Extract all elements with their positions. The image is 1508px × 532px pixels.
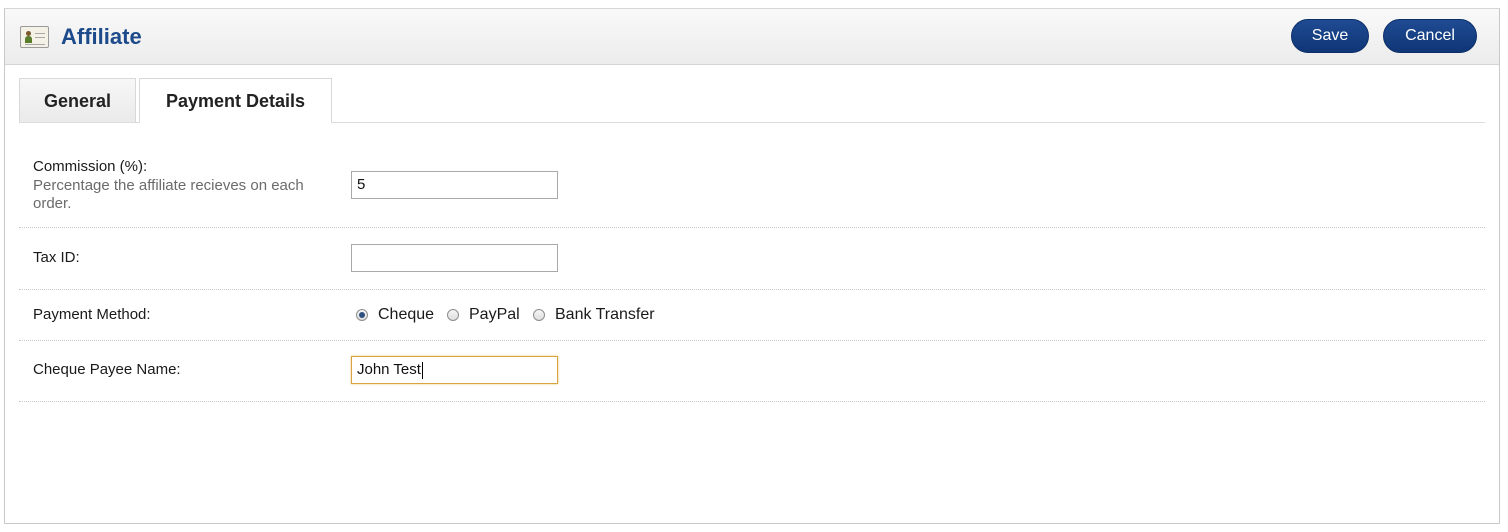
paypal-radio-label[interactable]: PayPal <box>469 306 520 324</box>
tax-id-label: Tax ID: <box>33 249 80 266</box>
cheque-payee-input[interactable]: John Test <box>351 356 558 384</box>
cancel-button[interactable]: Cancel <box>1383 19 1477 53</box>
page-title: Affiliate <box>61 24 142 49</box>
cheque-radio-label[interactable]: Cheque <box>378 306 434 324</box>
affiliate-card-icon <box>20 26 49 48</box>
paypal-radio[interactable] <box>447 309 459 321</box>
cheque-payee-row: Cheque Payee Name: John Test <box>19 341 1485 402</box>
cheque-payee-value: John Test <box>357 361 421 378</box>
affiliate-panel: Affiliate Save Cancel General Payment De… <box>4 8 1500 524</box>
commission-hint: Percentage the affiliate recieves on eac… <box>33 177 304 212</box>
payment-method-row: Payment Method: Cheque PayPal Bank Trans… <box>19 290 1485 341</box>
tab-general[interactable]: General <box>19 78 136 122</box>
cheque-radio[interactable] <box>356 309 368 321</box>
tax-id-input[interactable] <box>351 244 558 272</box>
text-caret <box>421 361 423 379</box>
bank-transfer-radio[interactable] <box>533 309 545 321</box>
commission-input[interactable]: 5 <box>351 171 558 199</box>
panel-header: Affiliate Save Cancel <box>5 9 1499 65</box>
payment-method-label: Payment Method: <box>33 306 151 323</box>
commission-label: Commission (%): <box>33 158 148 175</box>
cheque-payee-label: Cheque Payee Name: <box>33 361 181 378</box>
tab-payment-details[interactable]: Payment Details <box>139 78 332 123</box>
bank-transfer-radio-label[interactable]: Bank Transfer <box>555 306 655 324</box>
tax-id-row: Tax ID: <box>19 228 1485 290</box>
commission-row: Commission (%): Percentage the affiliate… <box>19 122 1485 228</box>
save-button[interactable]: Save <box>1291 19 1369 53</box>
